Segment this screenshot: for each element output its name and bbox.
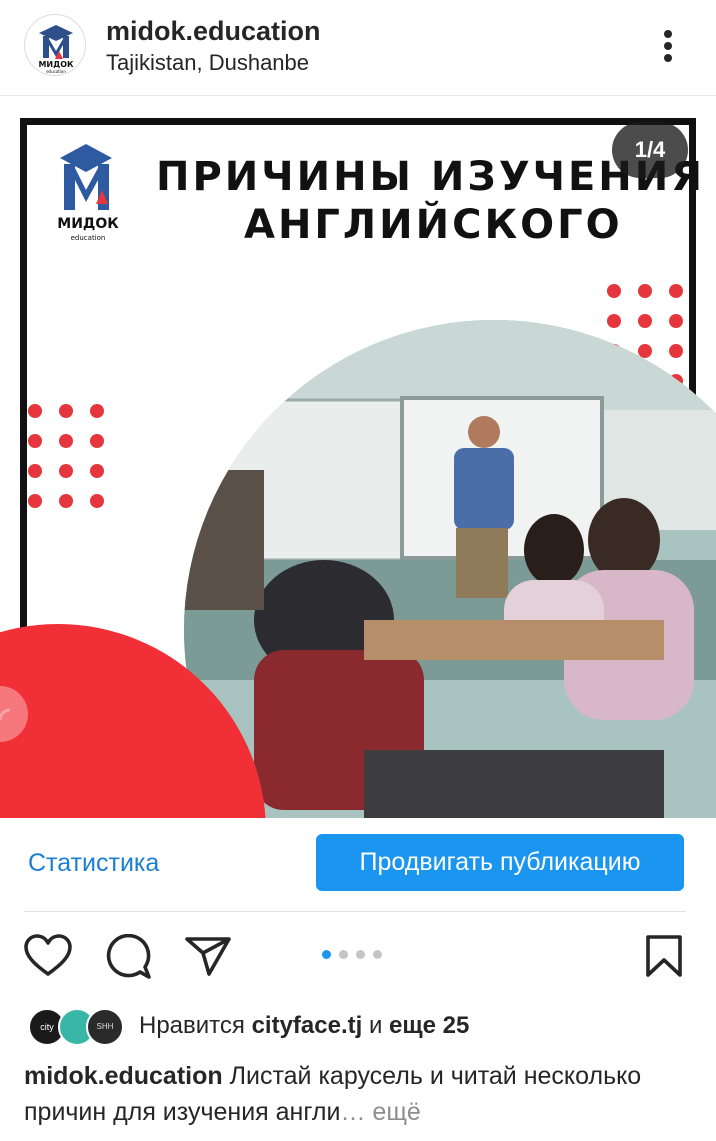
post-header: МИДОК education midok.education Tajikist… (0, 0, 716, 96)
likes-summary[interactable]: Нравится cityface.tj и еще 25 (139, 1012, 469, 1040)
save-button[interactable] (644, 934, 684, 978)
comment-button[interactable] (104, 933, 152, 980)
svg-text:МИДОК: МИДОК (38, 60, 74, 69)
divider (24, 911, 686, 912)
comment-icon (106, 933, 151, 979)
caption-more-link[interactable]: ещё (372, 1098, 420, 1126)
username[interactable]: midok.education (106, 16, 321, 47)
send-icon (185, 937, 231, 976)
promote-post-button[interactable]: Продвигать публикацию (316, 834, 684, 891)
svg-text:education: education (71, 234, 106, 242)
insights-link[interactable]: Статистика (28, 849, 159, 878)
post-caption: midok.education Листай карусель и читай … (24, 1058, 674, 1130)
carousel-dot-active (322, 950, 331, 959)
headphones-icon (0, 708, 11, 721)
likes-and: и (368, 1012, 383, 1039)
carousel-dot (356, 950, 365, 959)
caption-username[interactable]: midok.education (24, 1062, 223, 1090)
likes-others[interactable]: еще 25 (389, 1012, 469, 1039)
midok-logo-icon: МИДОК education (57, 144, 119, 242)
liker-username[interactable]: cityface.tj (252, 1012, 363, 1039)
avatar: SHH (86, 1008, 124, 1046)
carousel-indicator (322, 950, 382, 959)
svg-text:МИДОК: МИДОК (57, 216, 119, 232)
carousel-counter: 1/4 (612, 122, 688, 178)
more-options-button[interactable] (650, 22, 686, 68)
liked-by-avatars[interactable]: city SHH (28, 1008, 128, 1048)
bookmark-icon (646, 935, 682, 977)
share-button[interactable] (184, 935, 232, 977)
more-vertical-icon (664, 42, 672, 50)
decor-dots-left (28, 404, 104, 508)
audio-button[interactable] (0, 686, 28, 742)
likes-prefix: Нравится (139, 1012, 245, 1039)
avatar[interactable]: МИДОК education (24, 14, 86, 76)
more-vertical-icon (664, 54, 672, 62)
midok-logo-icon: МИДОК education (38, 25, 74, 74)
image-title-line-2: АНГЛИЙСКОГО (244, 202, 623, 248)
carousel-dot (373, 950, 382, 959)
location[interactable]: Tajikistan, Dushanbe (106, 50, 309, 76)
heart-icon (24, 934, 72, 976)
more-vertical-icon (664, 30, 672, 38)
post-media[interactable]: МИДОК education ПРИЧИНЫ ИЗУЧЕНИЯ АНГЛИЙС… (0, 112, 716, 818)
svg-text:education: education (46, 69, 66, 74)
carousel-dot (339, 950, 348, 959)
like-button[interactable] (24, 934, 72, 978)
caption-ellipsis: … (340, 1098, 366, 1126)
